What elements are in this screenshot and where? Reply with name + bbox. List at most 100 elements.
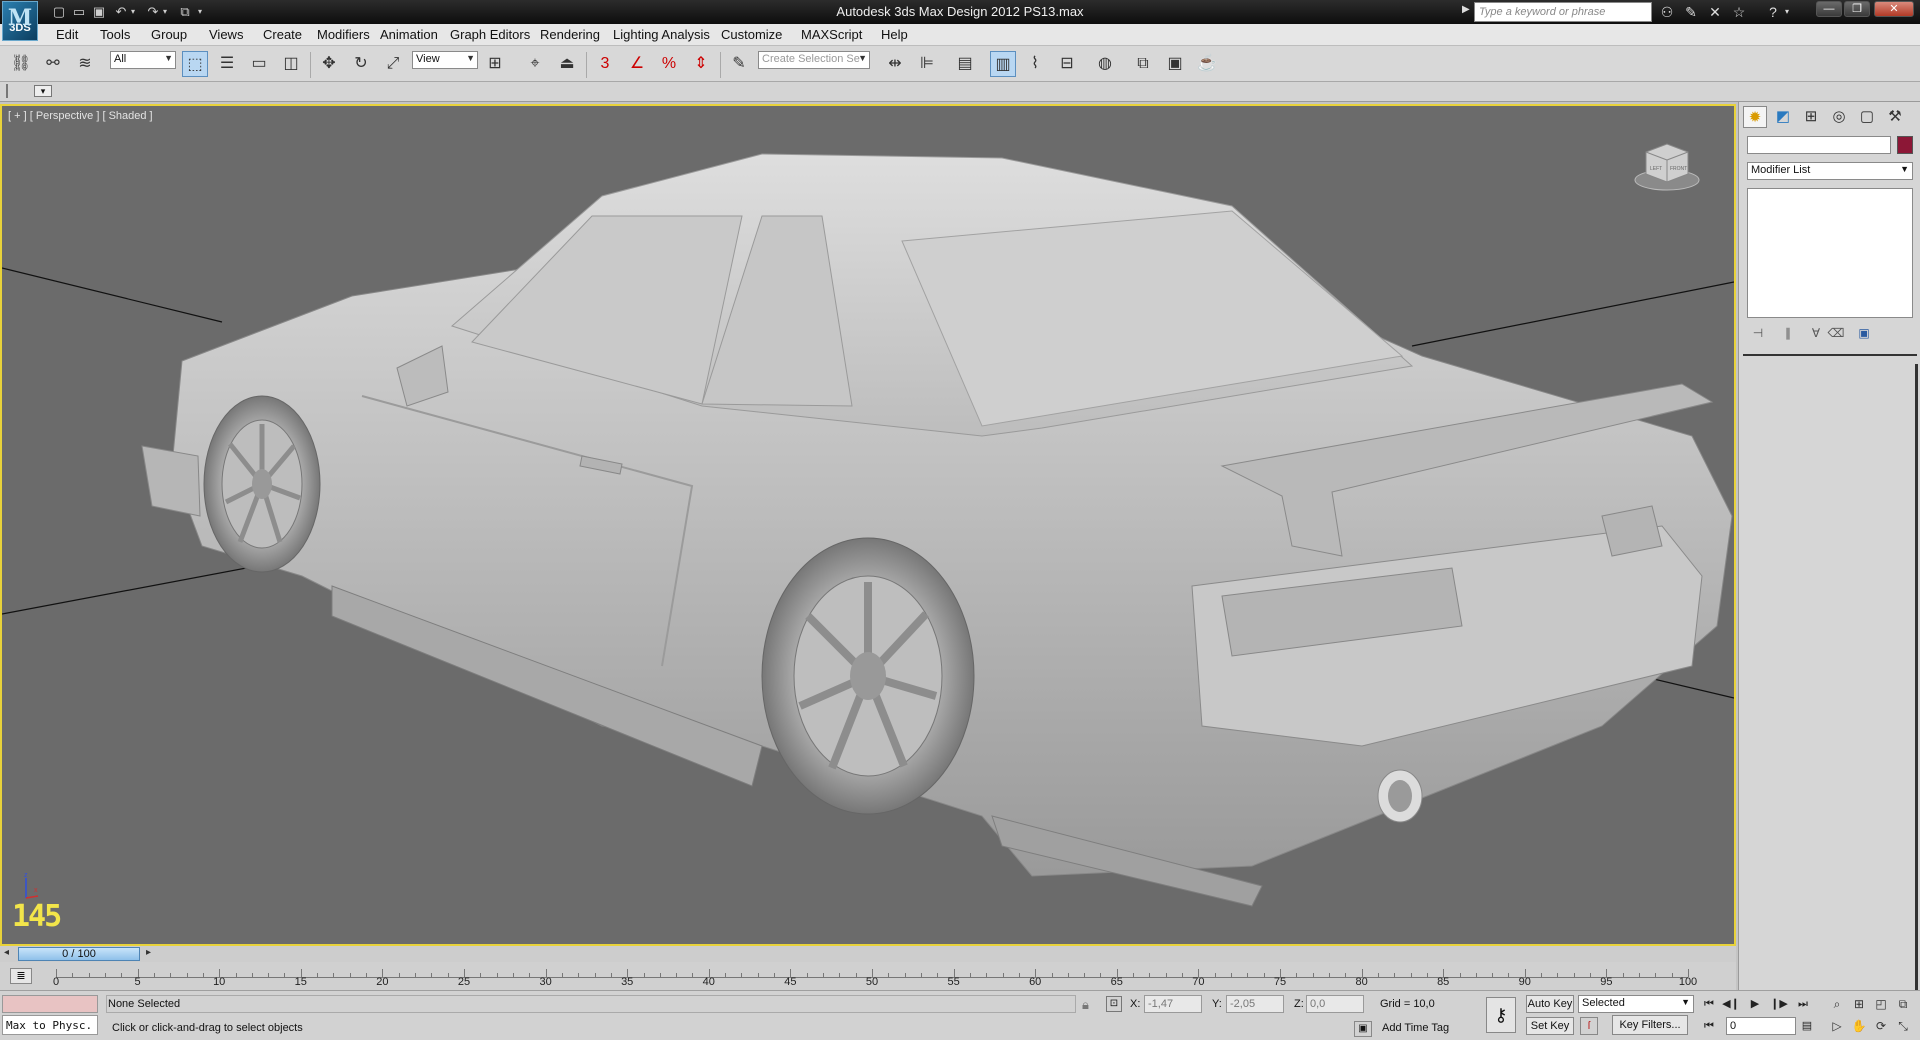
reference-coordinate-dropdown[interactable]: View ▼: [412, 51, 478, 69]
orbit-icon[interactable]: ⟳: [1872, 1017, 1890, 1035]
redo-dropdown-icon[interactable]: ▾: [160, 3, 170, 21]
maxscript-listener-output[interactable]: [2, 995, 98, 1013]
motion-tab-icon[interactable]: ◎: [1827, 106, 1851, 128]
track-bar[interactable]: ≣ 0 5 10 15 20 25 30 35 40 45 50 55 60 65 70 75 80 85 90 95…: [0, 962, 1736, 990]
select-and-scale-icon[interactable]: ⤢: [380, 51, 406, 77]
angle-snap-icon[interactable]: ∠: [624, 51, 650, 77]
utilities-tab-icon[interactable]: ⚒: [1883, 106, 1907, 128]
keyboard-shortcut-override-icon[interactable]: ⏏: [554, 51, 580, 77]
remove-modifier-icon[interactable]: ⌫: [1827, 324, 1845, 342]
set-key-icon[interactable]: ⚷: [1486, 997, 1516, 1033]
set-key-button[interactable]: Set Key: [1526, 1017, 1574, 1035]
modifier-stack-list[interactable]: [1747, 188, 1913, 318]
quick-access-dropdown-icon[interactable]: ▾: [194, 3, 206, 21]
infocenter-icon[interactable]: ⚇: [1658, 3, 1676, 21]
help-dropdown-icon[interactable]: ▾: [1782, 3, 1792, 21]
pan-view-icon[interactable]: ✋: [1850, 1017, 1868, 1035]
add-time-tag[interactable]: Add Time Tag: [1382, 1022, 1449, 1034]
named-selection-dropdown[interactable]: Create Selection Se ▼: [758, 51, 870, 69]
modify-tab-icon[interactable]: ◩: [1771, 106, 1795, 128]
help-icon[interactable]: ?: [1764, 3, 1782, 21]
key-mode-toggle-icon[interactable]: ⏮: [1700, 1017, 1718, 1035]
new-file-icon[interactable]: ▢: [50, 3, 68, 21]
align-icon[interactable]: ⊫: [914, 51, 940, 77]
render-production-icon[interactable]: ☕: [1194, 51, 1220, 77]
menu-create[interactable]: Create: [263, 27, 302, 42]
configure-modifier-sets-icon[interactable]: ▣: [1855, 324, 1873, 342]
zoom-all-icon[interactable]: ⊞: [1850, 995, 1868, 1013]
minimize-button[interactable]: —: [1816, 1, 1842, 17]
field-of-view-icon[interactable]: ▷: [1828, 1017, 1846, 1035]
show-end-result-icon[interactable]: ∥: [1779, 324, 1797, 342]
create-tab-icon[interactable]: ✹: [1743, 106, 1767, 128]
make-unique-icon[interactable]: ∀: [1807, 324, 1825, 342]
percent-snap-icon[interactable]: %: [656, 51, 682, 77]
select-and-rotate-icon[interactable]: ↻: [348, 51, 374, 77]
select-object-icon[interactable]: ⬚: [182, 51, 208, 77]
bind-to-space-warp-icon[interactable]: ≋: [72, 51, 98, 77]
maximize-viewport-icon[interactable]: ⤡: [1894, 1017, 1912, 1035]
absolute-mode-transform-icon[interactable]: ⊡: [1106, 996, 1122, 1012]
key-filters-button[interactable]: Key Filters...: [1612, 1015, 1688, 1035]
rendered-frame-window-icon[interactable]: ▣: [1162, 51, 1188, 77]
subscription-icon[interactable]: ✎: [1682, 3, 1700, 21]
viewcube-icon[interactable]: LEFT FRONT: [1632, 136, 1702, 192]
current-frame-field[interactable]: 0: [1726, 1017, 1796, 1035]
object-color-swatch[interactable]: [1897, 136, 1913, 154]
communication-icon[interactable]: ✕: [1706, 3, 1724, 21]
menu-tools[interactable]: Tools: [100, 27, 130, 42]
next-frame-icon[interactable]: ❙▶: [1770, 995, 1788, 1013]
time-slider[interactable]: ◂ 0 / 100 ▸: [0, 946, 1736, 962]
layer-manager-icon[interactable]: ▤: [952, 51, 978, 77]
menu-modifiers[interactable]: Modifiers: [317, 27, 370, 42]
save-file-icon[interactable]: ▣: [90, 3, 108, 21]
go-to-end-icon[interactable]: ⏭: [1794, 995, 1812, 1013]
curve-editor-icon[interactable]: ⌇: [1022, 51, 1048, 77]
mirror-icon[interactable]: ⇹: [882, 51, 908, 77]
selection-filter-dropdown[interactable]: All ▼: [110, 51, 176, 69]
select-and-move-icon[interactable]: ✥: [316, 51, 342, 77]
search-expand-icon[interactable]: ▶: [1462, 4, 1470, 15]
pin-stack-icon[interactable]: ⊣: [1749, 324, 1767, 342]
play-icon[interactable]: ▶: [1746, 995, 1764, 1013]
menu-animation[interactable]: Animation: [380, 27, 438, 42]
undo-dropdown-icon[interactable]: ▾: [128, 3, 138, 21]
project-folder-icon[interactable]: ⧉: [176, 3, 194, 21]
previous-frame-icon[interactable]: ◀❙: [1722, 995, 1740, 1013]
selection-lock-icon[interactable]: 🔒︎: [1082, 997, 1089, 1013]
z-coordinate-field[interactable]: 0,0: [1306, 995, 1364, 1013]
material-editor-icon[interactable]: ◍: [1092, 51, 1118, 77]
maxscript-mini-listener[interactable]: Max to Physc.: [2, 1015, 98, 1035]
x-coordinate-field[interactable]: -1,47: [1144, 995, 1202, 1013]
key-mode-dropdown[interactable]: Selected ▼: [1578, 995, 1694, 1013]
menu-customize[interactable]: Customize: [721, 27, 782, 42]
menu-graph-editors[interactable]: Graph Editors: [450, 27, 530, 42]
graphite-ribbon-icon[interactable]: ▥: [990, 51, 1016, 77]
menu-edit[interactable]: Edit: [56, 27, 78, 42]
menu-group[interactable]: Group: [151, 27, 187, 42]
y-coordinate-field[interactable]: -2,05: [1226, 995, 1284, 1013]
schematic-view-icon[interactable]: ⊟: [1054, 51, 1080, 77]
perspective-viewport[interactable]: [ + ] [ Perspective ] [ Shaded ] LEFT FR…: [0, 104, 1736, 946]
use-pivot-center-icon[interactable]: ⊞: [482, 51, 508, 77]
menu-views[interactable]: Views: [209, 27, 243, 42]
edit-named-selection-icon[interactable]: ✎: [726, 51, 752, 77]
time-configuration-icon[interactable]: ▤: [1798, 1017, 1816, 1035]
modifier-list-dropdown[interactable]: Modifier List ▼: [1747, 162, 1913, 180]
next-frame-arrow-icon[interactable]: ▸: [146, 947, 151, 958]
menu-maxscript[interactable]: MAXScript: [801, 27, 862, 42]
zoom-extents-all-icon[interactable]: ⧉: [1894, 995, 1912, 1013]
viewport-label[interactable]: [ + ] [ Perspective ] [ Shaded ]: [8, 110, 153, 122]
close-button[interactable]: ✕: [1874, 1, 1914, 17]
menu-lighting-analysis[interactable]: Lighting Analysis: [613, 27, 710, 42]
time-tag-icon[interactable]: ▣: [1354, 1021, 1372, 1037]
command-panel-scrollbar[interactable]: [1915, 364, 1918, 1024]
default-tangents-icon[interactable]: ſ: [1580, 1017, 1598, 1035]
spinner-snap-icon[interactable]: ⇕: [688, 51, 714, 77]
track-ruler[interactable]: 0 5 10 15 20 25 30 35 40 45 50 55 60 65 70 75 80 85 90 95 10…: [53, 962, 1697, 988]
menu-help[interactable]: Help: [881, 27, 908, 42]
open-file-icon[interactable]: ▭: [70, 3, 88, 21]
unlink-selection-icon[interactable]: ⚯: [40, 51, 66, 77]
prev-frame-arrow-icon[interactable]: ◂: [4, 947, 9, 958]
viewport-layout-icon[interactable]: ▾: [34, 85, 52, 97]
